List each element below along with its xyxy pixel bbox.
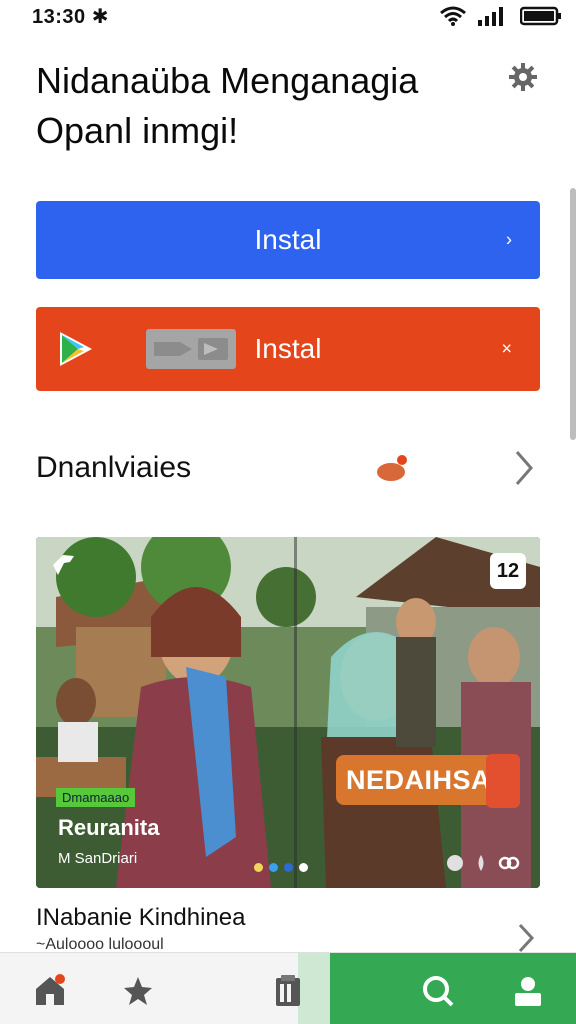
drop-icon[interactable]	[476, 855, 486, 871]
nav-home[interactable]	[30, 971, 70, 1011]
signal-icon	[478, 7, 503, 26]
list-item-title: INabanie Kindhinea	[36, 904, 246, 931]
nav-profile[interactable]	[508, 971, 548, 1011]
carousel-dot[interactable]	[284, 863, 293, 872]
share-icon[interactable]	[498, 853, 520, 873]
scrollbar[interactable]	[570, 188, 576, 440]
media-controls[interactable]	[446, 853, 520, 873]
search-icon	[423, 976, 454, 1007]
carousel-dot[interactable]	[269, 863, 278, 872]
card-tag: Dmamaaao	[56, 788, 136, 807]
nav-search[interactable]	[418, 971, 458, 1011]
section-row[interactable]: Dnanlviaies	[36, 440, 540, 496]
install-button-primary[interactable]: Instal ›	[36, 201, 540, 279]
nav-library[interactable]	[268, 971, 308, 1011]
status-time: 13:30 ✱	[32, 5, 109, 28]
nav-pinned[interactable]	[118, 971, 158, 1011]
chevron-right-icon	[515, 451, 533, 485]
carousel-dot[interactable]	[254, 863, 263, 872]
page-title: Nidanaüba Menganagia Opanl inmgi!	[36, 60, 419, 151]
carousel-dots[interactable]	[254, 863, 308, 872]
play-store-icon	[60, 332, 92, 366]
list-item-subtitle: ~Auloooo luloooul	[36, 936, 164, 950]
featured-card[interactable]: 12 Dmamaaao Reuranita M SanDriari NEDAIH…	[36, 537, 540, 888]
home-icon	[36, 974, 65, 1005]
brand-overlay: NEDAIHSA	[336, 755, 496, 805]
status-icons	[440, 6, 562, 26]
phone-icon	[486, 754, 520, 808]
chevron-right-icon	[518, 923, 535, 953]
close-icon[interactable]: ×	[501, 339, 512, 360]
video-thumbnail	[146, 329, 236, 369]
pin-icon[interactable]	[50, 553, 76, 579]
install-button-label-2: Instal	[254, 333, 322, 364]
install-button-secondary[interactable]: Instal ×	[36, 307, 540, 391]
settings-gear-icon	[509, 63, 537, 91]
battery-icon	[520, 6, 561, 26]
bottom-nav	[0, 952, 576, 1024]
card-title: Reuranita	[58, 815, 160, 840]
profile-icon	[515, 977, 541, 1006]
carousel-dot[interactable]	[299, 863, 308, 872]
install-button-label: Instal	[254, 224, 322, 255]
wifi-icon	[440, 6, 466, 26]
status-bar: 13:30 ✱	[0, 0, 576, 32]
video-icon	[154, 338, 228, 360]
notification-icon	[377, 455, 407, 481]
list-item[interactable]: INabanie Kindhinea ~Auloooo luloooul	[36, 904, 540, 953]
pin-star-icon	[124, 977, 152, 1005]
card-subtitle: M SanDriari	[58, 850, 138, 867]
clipboard-icon	[276, 975, 300, 1006]
record-icon[interactable]	[446, 854, 464, 872]
page-header: Nidanaüba Menganagia Opanl inmgi!	[36, 56, 496, 156]
badge-icon[interactable]: 12	[490, 553, 526, 589]
settings-button[interactable]	[506, 60, 540, 94]
section-title: Dnanlviaies	[36, 451, 192, 484]
chevron-down-icon: ›	[506, 229, 512, 250]
